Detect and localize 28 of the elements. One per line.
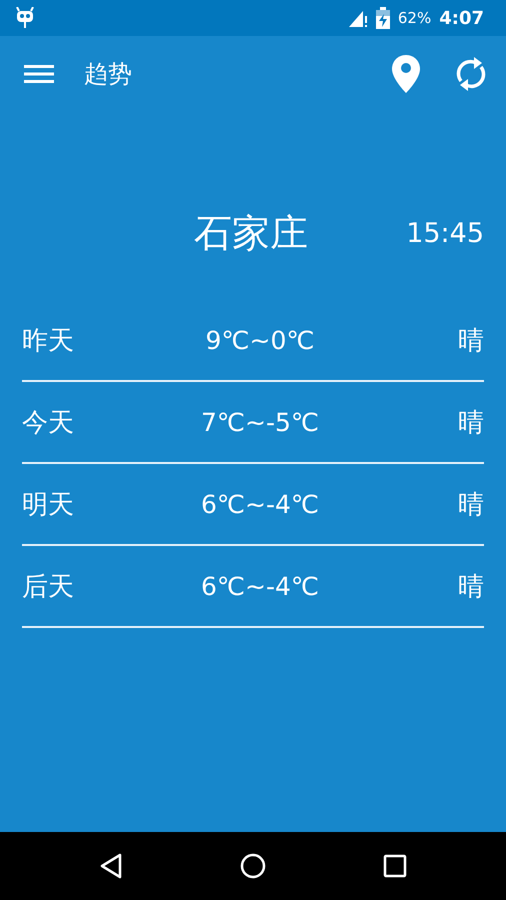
screen-title: 趋势	[84, 59, 133, 90]
temperature-range: 7℃~-5℃	[201, 408, 319, 436]
update-time: 15:45	[406, 216, 484, 248]
clock: 4:07	[439, 8, 484, 28]
city-name: 石家庄	[194, 210, 308, 256]
battery-icon	[376, 7, 390, 29]
temperature-range: 6℃~-4℃	[201, 490, 319, 518]
refresh-button[interactable]	[454, 55, 488, 93]
weather-condition: 晴	[458, 324, 484, 358]
temperature-range: 6℃~-4℃	[201, 572, 319, 600]
day-label: 昨天	[22, 324, 74, 358]
temperature-range: 9℃~0℃	[206, 326, 314, 354]
back-icon	[98, 853, 123, 879]
robot-icon	[15, 7, 35, 29]
location-pin-icon	[392, 55, 420, 93]
home-icon	[240, 853, 266, 879]
weather-condition: 晴	[458, 570, 484, 604]
weather-condition: 晴	[458, 406, 484, 440]
day-label: 明天	[22, 488, 74, 522]
battery-percentage: 62%	[398, 9, 432, 27]
weather-condition: 晴	[458, 488, 484, 522]
location-button[interactable]	[392, 55, 420, 93]
day-label: 今天	[22, 406, 74, 440]
day-label: 后天	[22, 570, 74, 604]
recents-icon	[383, 854, 408, 878]
menu-icon	[24, 64, 54, 84]
refresh-icon	[454, 55, 488, 93]
menu-button[interactable]	[24, 64, 54, 84]
